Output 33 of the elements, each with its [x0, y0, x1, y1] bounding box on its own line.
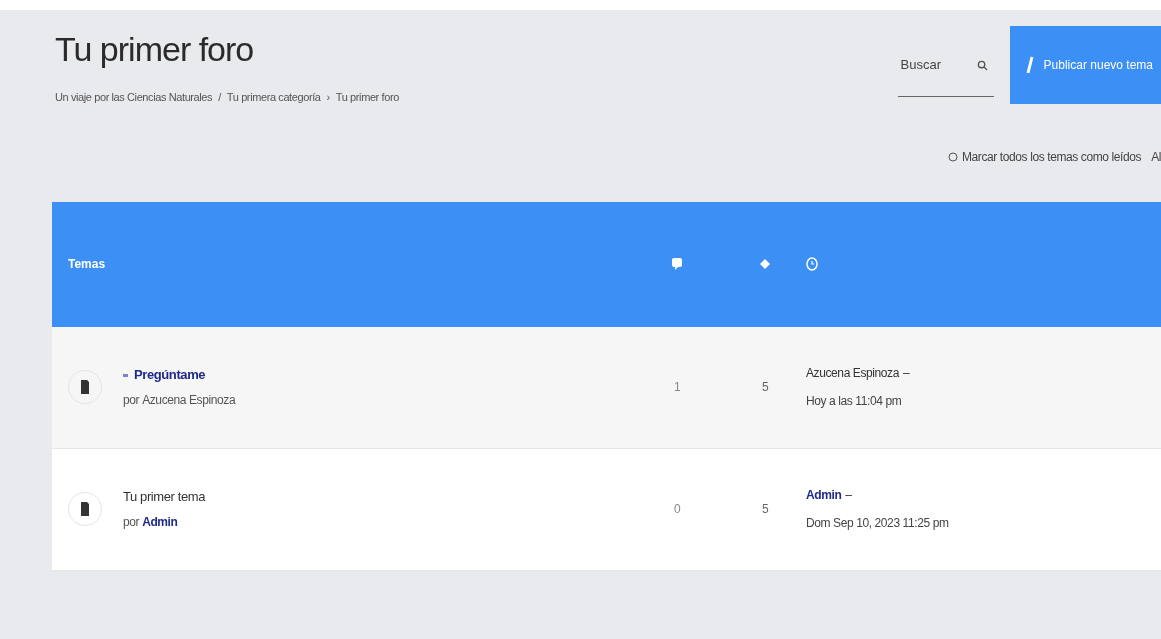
dash-separator: –: [903, 365, 910, 382]
dash-separator: –: [845, 487, 852, 504]
last-post-author[interactable]: Admin: [806, 486, 842, 504]
clock-icon: [806, 257, 818, 271]
search-icon: [976, 60, 988, 71]
mark-read-link[interactable]: Marcar todos los temas como leídos: [947, 147, 1142, 166]
check-circle-icon: [947, 151, 958, 162]
author-link[interactable]: Azucena Espinoza: [142, 390, 236, 409]
replies-count: 1: [673, 379, 682, 396]
actions-link[interactable]: Al: [1151, 147, 1161, 166]
author-link[interactable]: Admin: [142, 512, 178, 531]
search-field[interactable]: Buscar: [897, 33, 994, 97]
last-post-time: Dom Sep 10, 2023 11:25 pm: [806, 515, 949, 532]
topic-title[interactable]: Pregúntame: [134, 365, 206, 385]
by-label: por: [123, 391, 140, 409]
forum-title: Tu primer foro: [55, 29, 255, 70]
replies-count: 0: [673, 501, 682, 518]
pencil-icon: [1025, 56, 1034, 74]
views-count: 5: [761, 379, 770, 396]
comment-icon: [672, 258, 682, 270]
breadcrumb-separator: /: [218, 90, 221, 105]
topic-title[interactable]: Tu primer tema: [123, 487, 206, 507]
by-label: por: [123, 513, 140, 531]
breadcrumb-separator: ›: [326, 90, 330, 105]
breadcrumb-link[interactable]: Tu primera categoría: [226, 89, 321, 106]
last-post-time: Hoy a las 11:04 pm: [806, 393, 903, 410]
column-header: Temas: [67, 256, 107, 273]
breadcrumb-link[interactable]: Un viaje por las Ciencias Naturales: [55, 89, 213, 106]
topic-row[interactable]: Pregúntame por Azucena Espinoza 1 5 Azucena Espinoza – Hoy a las 11:04 pm: [52, 326, 1161, 449]
views-count: 5: [761, 501, 770, 518]
last-post-author[interactable]: Azucena Espinoza: [806, 364, 899, 382]
breadcrumb-link[interactable]: Tu primer foro: [335, 89, 399, 106]
topic-row[interactable]: Tu primer tema por Admin 0 5 Admin – Dom Sep 10, 2023 11:25 pm: [52, 448, 1161, 571]
